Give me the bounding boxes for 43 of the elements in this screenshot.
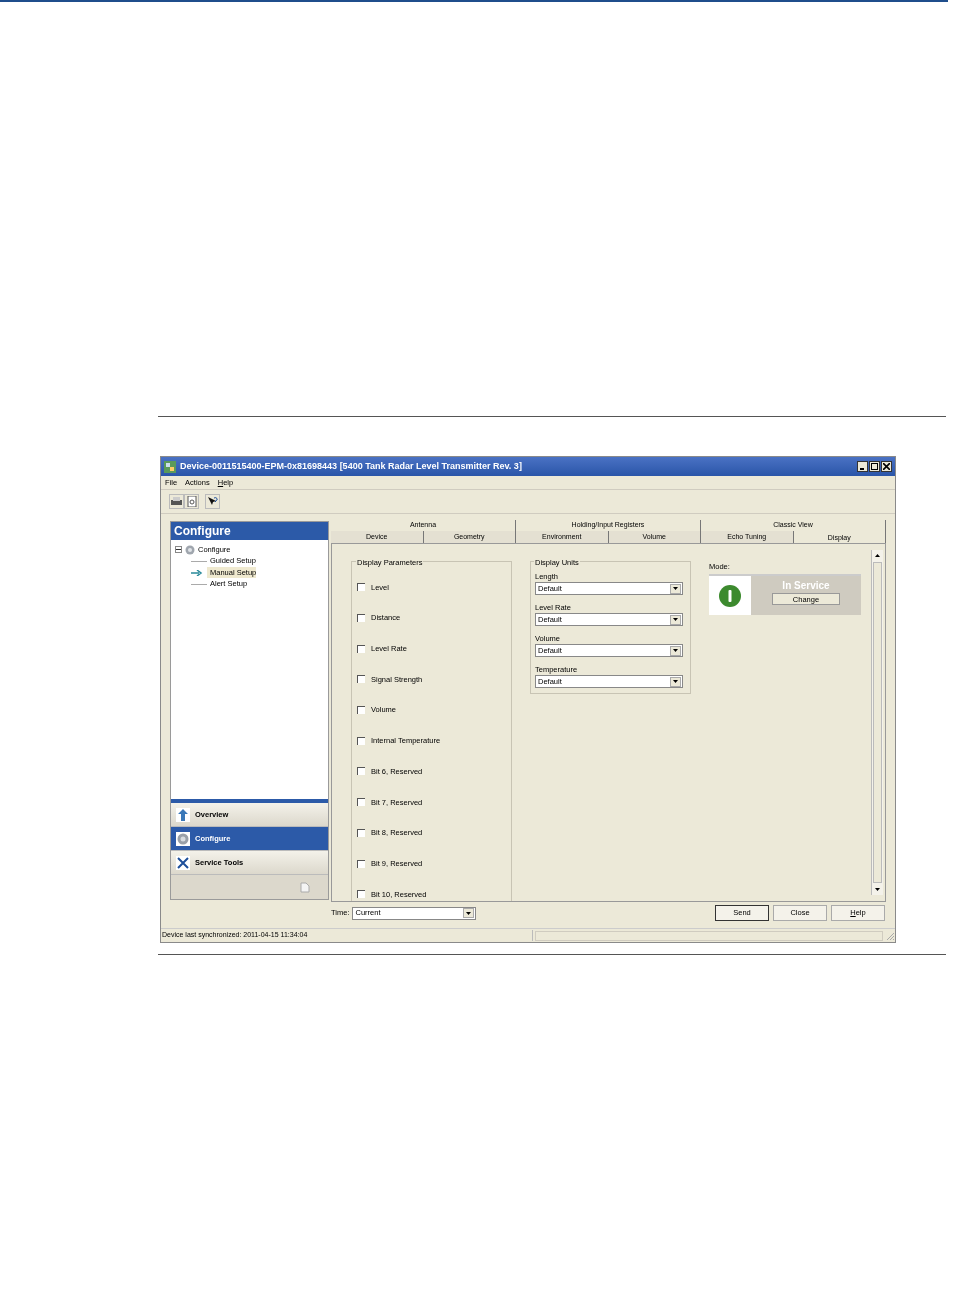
scrollbar[interactable] <box>871 550 883 895</box>
document-icon <box>300 881 310 893</box>
checkbox[interactable] <box>357 767 365 776</box>
checkbox[interactable] <box>357 736 365 745</box>
globe-icon <box>185 544 195 555</box>
dropdown-arrow-button[interactable] <box>670 583 681 594</box>
caret-icon <box>673 587 678 590</box>
caret-icon <box>466 911 472 915</box>
caret-icon <box>673 680 678 683</box>
checkbox[interactable] <box>357 859 365 868</box>
tools-icon <box>176 855 190 870</box>
maximize-button[interactable] <box>869 461 880 472</box>
collapse-toggle[interactable] <box>175 546 182 554</box>
close-button[interactable] <box>881 461 892 472</box>
panel-header: Configure <box>171 522 328 540</box>
close-icon <box>883 463 890 470</box>
print-icon[interactable] <box>169 494 184 509</box>
dropdown-arrow-button[interactable] <box>670 645 681 656</box>
help-pointer-icon[interactable] <box>205 494 220 509</box>
checkbox[interactable] <box>357 798 365 807</box>
caret-icon <box>673 649 678 652</box>
maximize-icon <box>871 463 878 470</box>
dropdown-arrow-button[interactable] <box>670 676 681 687</box>
resize-grip-icon[interactable] <box>885 930 895 941</box>
checkbox[interactable] <box>357 644 365 653</box>
checkbox[interactable] <box>357 675 365 684</box>
checkbox[interactable] <box>357 890 365 899</box>
in-service-icon <box>719 584 741 607</box>
caret-icon <box>673 618 678 621</box>
checkbox[interactable] <box>357 706 365 715</box>
minimize-button[interactable] <box>857 461 868 472</box>
dropdown-arrow-button[interactable] <box>463 908 475 918</box>
checkbox[interactable] <box>357 583 365 592</box>
gear-icon <box>176 831 190 846</box>
checkbox[interactable] <box>357 828 365 837</box>
dropdown-arrow-button[interactable] <box>670 614 681 625</box>
window-title: Device-0011515400-EPM-0x81698443 [5400 Tank Radar Level Transmitter Rev. 3] <box>180 459 522 473</box>
mode-status: In Service <box>782 579 830 594</box>
print-preview-icon[interactable] <box>184 494 199 509</box>
up-arrow-icon <box>176 807 190 822</box>
app-icon <box>164 460 176 473</box>
arrow-icon <box>191 569 203 576</box>
checkbox[interactable] <box>357 614 365 623</box>
